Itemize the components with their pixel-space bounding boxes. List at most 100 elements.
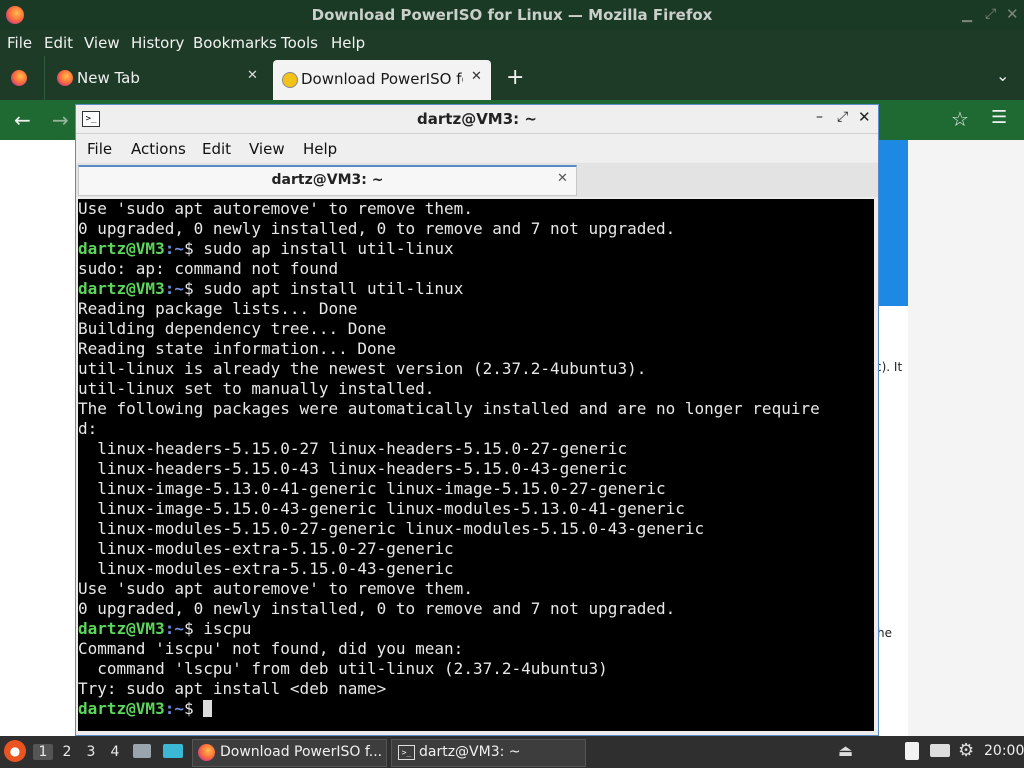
firefox-icon — [198, 744, 215, 761]
terminal-line: linux-headers-5.15.0-27 linux-headers-5.… — [78, 439, 628, 458]
prompt-path: :~ — [164, 239, 184, 258]
back-arrow-icon[interactable]: ← — [14, 108, 31, 132]
terminal-menu-view[interactable]: View — [249, 140, 285, 158]
terminal-titlebar: >_ dartz@VM3: ~ – ⤢ ✕ — [76, 105, 878, 134]
firefox-titlebar: Download PowerISO for Linux — Mozilla Fi… — [0, 0, 1024, 30]
terminal-line: linux-image-5.15.0-43-generic linux-modu… — [78, 499, 685, 518]
star-icon[interactable]: ☆ — [951, 107, 969, 131]
app-menu-icon[interactable]: ● — [4, 740, 26, 762]
terminal-line: linux-headers-5.15.0-43 linux-headers-5.… — [78, 459, 628, 478]
clipboard-icon[interactable] — [905, 742, 919, 760]
terminal-line: 0 upgraded, 0 newly installed, 0 to remo… — [78, 219, 676, 238]
task-label: Download PowerISO f... — [220, 744, 383, 760]
terminal-line: Use 'sudo apt autoremove' to remove them… — [78, 199, 473, 218]
minimize-icon[interactable]: – — [816, 109, 823, 125]
terminal-window: >_ dartz@VM3: ~ – ⤢ ✕ File Actions Edit … — [75, 104, 879, 736]
terminal-line: dartz@VM3:~$ sudo ap install util-linux — [78, 239, 874, 259]
task-firefox[interactable]: Download PowerISO f... — [192, 739, 387, 767]
prompt-path: :~ — [164, 619, 184, 638]
prompt-user: dartz@VM3 — [78, 239, 165, 258]
menu-file[interactable]: File — [7, 34, 32, 52]
terminal-line: Use 'sudo apt autoremove' to remove them… — [78, 579, 473, 598]
web-sidebar — [908, 140, 1024, 736]
terminal-tab[interactable]: dartz@VM3: ~ ✕ — [78, 165, 577, 196]
eject-icon[interactable]: ⏏ — [838, 741, 853, 760]
terminal-line: linux-image-5.13.0-41-generic linux-imag… — [78, 479, 666, 498]
file-manager-icon[interactable] — [133, 744, 151, 758]
prompt-symbol: $ — [183, 699, 204, 718]
prompt-path: :~ — [164, 699, 184, 718]
firefox-tabbar: New Tab ✕ Download PowerISO for L ✕ + ⌄ — [0, 56, 1024, 100]
terminal-line: Building dependency tree... Done — [78, 319, 387, 338]
workspace-1[interactable]: 1 — [33, 744, 53, 760]
terminal-menu-edit[interactable]: Edit — [202, 140, 231, 158]
prompt-path: :~ — [164, 279, 184, 298]
menu-tools[interactable]: Tools — [281, 34, 318, 52]
tab-new-tab[interactable]: New Tab ✕ — [44, 56, 270, 100]
tab-download-poweriso[interactable]: Download PowerISO for L ✕ — [273, 60, 491, 100]
task-terminal[interactable]: >_ dartz@VM3: ~ — [391, 739, 586, 767]
terminal-menu-file[interactable]: File — [87, 140, 112, 158]
maximize-icon[interactable]: ⤢ — [985, 6, 996, 22]
workspace-4[interactable]: 4 — [105, 744, 125, 760]
web-text-fragment: he — [877, 626, 892, 640]
prompt-user: dartz@VM3 — [78, 619, 165, 638]
maximize-icon[interactable]: ⤢ — [837, 109, 848, 125]
terminal-line: The following packages were automaticall… — [78, 399, 820, 418]
terminal-output[interactable]: Use 'sudo apt autoremove' to remove them… — [78, 199, 874, 731]
firefox-view-icon[interactable] — [11, 70, 27, 86]
firefox-window-title: Download PowerISO for Linux — Mozilla Fi… — [311, 6, 713, 24]
close-tab-icon[interactable]: ✕ — [471, 69, 482, 84]
menu-help[interactable]: Help — [331, 34, 365, 52]
gear-icon[interactable]: ⚙ — [958, 740, 974, 761]
command-text: $ sudo ap install util-linux — [183, 239, 454, 258]
terminal-menu-help[interactable]: Help — [303, 140, 337, 158]
firefox-icon — [57, 70, 73, 86]
terminal-line: dartz@VM3:~$ — [78, 699, 874, 719]
terminal-line: Try: sudo apt install <deb name> — [78, 679, 387, 698]
terminal-menubar: File Actions Edit View Help — [76, 134, 878, 162]
terminal-line: Reading package lists... Done — [78, 299, 358, 318]
workspace-2[interactable]: 2 — [57, 744, 77, 760]
terminal-line: sudo: ap: command not found — [78, 259, 339, 278]
terminal-tabbar: dartz@VM3: ~ ✕ — [76, 163, 878, 197]
close-icon[interactable]: ✕ — [1006, 5, 1019, 23]
close-icon[interactable]: ✕ — [858, 108, 871, 126]
terminal-line: dartz@VM3:~$ sudo apt install util-linux — [78, 279, 874, 299]
workspace-3[interactable]: 3 — [81, 744, 101, 760]
terminal-line: util-linux set to manually installed. — [78, 379, 435, 398]
terminal-line: Reading state information... Done — [78, 339, 396, 358]
close-tab-icon[interactable]: ✕ — [247, 68, 258, 83]
forward-arrow-icon[interactable]: → — [52, 108, 69, 132]
terminal-icon: >_ — [398, 745, 415, 760]
text-cursor — [203, 700, 213, 717]
prompt-user: dartz@VM3 — [78, 699, 165, 718]
tab-label: New Tab — [77, 69, 140, 87]
menu-bookmarks[interactable]: Bookmarks — [193, 34, 277, 52]
new-tab-icon[interactable]: + — [506, 65, 524, 90]
chevron-down-icon[interactable]: ⌄ — [996, 66, 1009, 85]
keyboard-icon[interactable] — [930, 744, 950, 757]
prompt-user: dartz@VM3 — [78, 279, 165, 298]
command-text: $ sudo apt install util-linux — [183, 279, 464, 298]
menu-edit[interactable]: Edit — [44, 34, 73, 52]
terminal-line: linux-modules-extra-5.15.0-27-generic — [78, 539, 454, 558]
terminal-menu-actions[interactable]: Actions — [131, 140, 186, 158]
terminal-line: dartz@VM3:~$ iscpu — [78, 619, 874, 639]
taskbar: ● 1 2 3 4 Download PowerISO f... >_ dart… — [0, 736, 1024, 768]
menu-history[interactable]: History — [131, 34, 184, 52]
terminal-window-title: dartz@VM3: ~ — [417, 110, 537, 128]
minimize-icon[interactable]: ▁ — [962, 8, 972, 23]
desktop-icon[interactable] — [163, 744, 183, 758]
terminal-line: util-linux is already the newest version… — [78, 359, 647, 378]
web-blue-banner — [877, 140, 908, 306]
menu-view[interactable]: View — [84, 34, 120, 52]
close-tab-icon[interactable]: ✕ — [557, 171, 568, 186]
terminal-line: command 'lscpu' from deb util-linux (2.3… — [78, 659, 608, 678]
tab-label: Download PowerISO for L — [301, 70, 463, 88]
firefox-menubar: File Edit View History Bookmarks Tools H… — [0, 30, 1024, 56]
terminal-line: 0 upgraded, 0 newly installed, 0 to remo… — [78, 599, 676, 618]
clock: 20:00 — [984, 743, 1024, 759]
terminal-line: d: — [78, 419, 98, 438]
hamburger-icon[interactable]: ☰ — [991, 107, 1007, 128]
